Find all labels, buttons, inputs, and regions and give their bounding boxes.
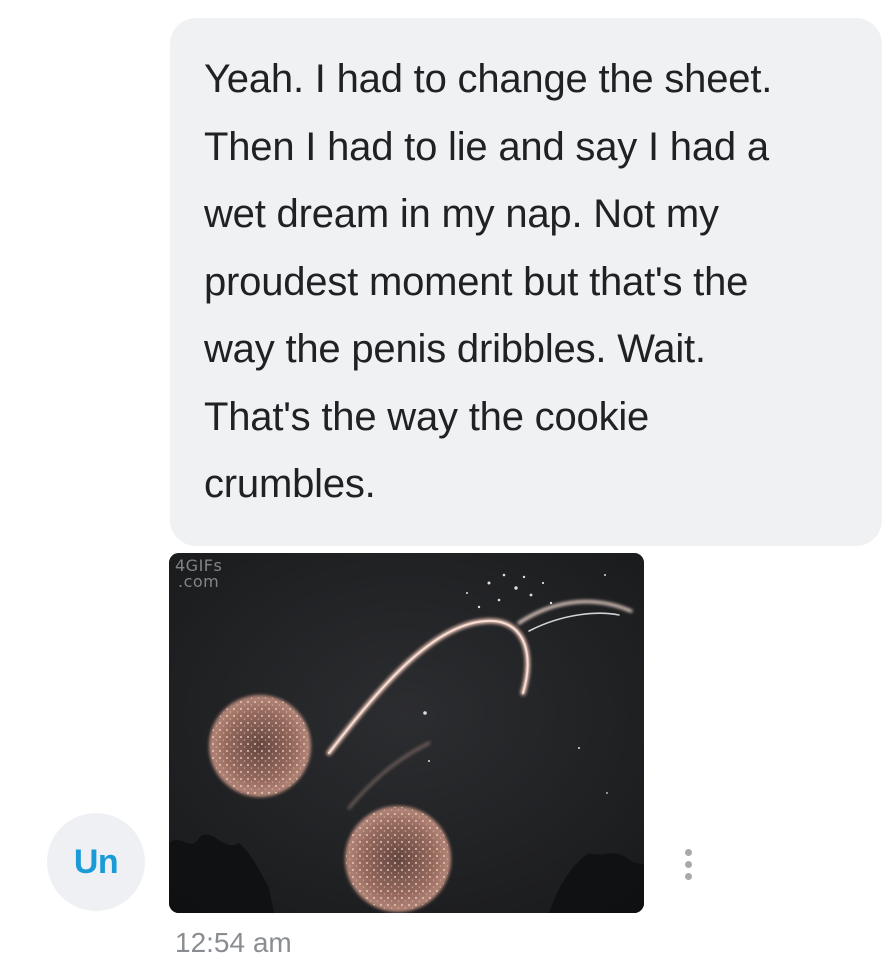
message-line: proudest moment but that's the: [204, 259, 749, 304]
message-text: Yeah. I had to change the sheet. Then I …: [204, 46, 864, 519]
vertical-ellipsis-icon-dot: [684, 860, 692, 868]
watermark-line2: .com: [178, 572, 219, 591]
gif-attachment[interactable]: 4GIFs .com: [169, 553, 644, 913]
message-timestamp: 12:54 am: [175, 927, 292, 958]
message-line: Yeah. I had to change the sheet.: [204, 57, 773, 101]
avatar-initials: Un: [73, 842, 119, 881]
message-line: That's the way the cookie: [204, 394, 650, 439]
more-options-button[interactable]: [672, 843, 704, 885]
vertical-ellipsis-icon: [684, 848, 692, 856]
message-bubble[interactable]: Yeah. I had to change the sheet. Then I …: [170, 18, 882, 546]
message-line: way the penis dribbles. Wait.: [204, 327, 706, 371]
conversation-thread: Yeah. I had to change the sheet. Then I …: [0, 0, 888, 959]
message-line: wet dream in my nap. Not my: [204, 192, 719, 236]
vertical-ellipsis-icon-dot: [684, 872, 692, 880]
fireworks-gif-image: 4GIFs .com: [169, 553, 644, 913]
sender-avatar[interactable]: Un: [47, 813, 145, 911]
message-line: Then I had to lie and say I had a: [204, 124, 769, 169]
message-line: crumbles.: [204, 462, 376, 506]
